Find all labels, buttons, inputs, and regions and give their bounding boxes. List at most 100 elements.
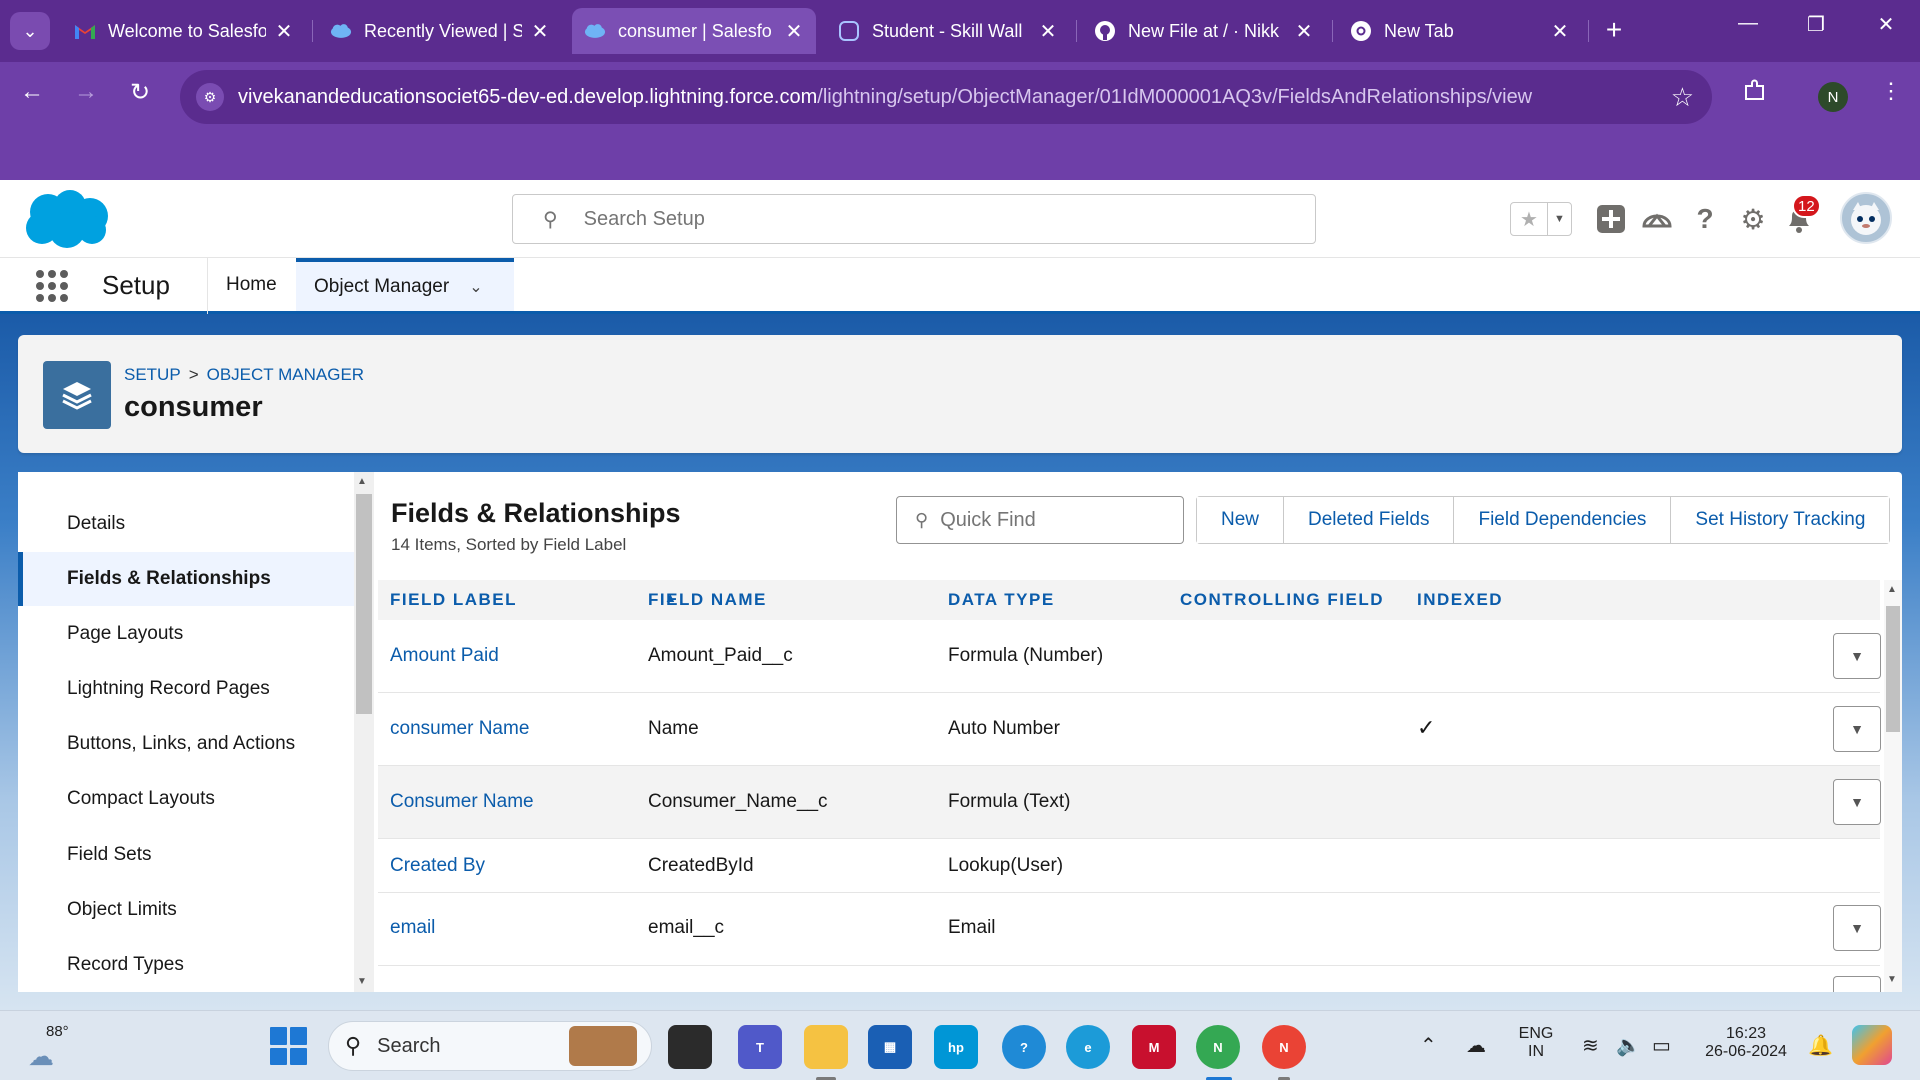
salesforce-logo[interactable] bbox=[22, 188, 112, 252]
row-action-menu[interactable] bbox=[1833, 976, 1881, 992]
column-header-controlling-field[interactable]: CONTROLLING FIELD bbox=[1180, 590, 1384, 610]
scroll-down-icon[interactable]: ▼ bbox=[1887, 974, 1897, 985]
browser-tab-github[interactable]: New File at / · Nikk ✕ bbox=[1082, 8, 1326, 54]
nav-item-home[interactable]: Home bbox=[208, 258, 295, 311]
search-setup-field[interactable]: ⚲ bbox=[512, 194, 1316, 244]
field-label-link[interactable]: Amount Paid bbox=[390, 645, 499, 667]
browser-tab-recently-viewed[interactable]: Recently Viewed | S ✕ bbox=[318, 8, 562, 54]
notification-bell-icon[interactable]: 🔔 bbox=[1808, 1033, 1833, 1058]
teams-icon[interactable]: T bbox=[738, 1025, 782, 1069]
scroll-up-icon[interactable]: ▲ bbox=[1887, 584, 1897, 595]
sidebar-item-record-types[interactable]: Record Types bbox=[18, 938, 354, 992]
chevron-up-icon[interactable]: ⌃ bbox=[1420, 1033, 1437, 1058]
sidebar-item-buttons-links-actions[interactable]: Buttons, Links, and Actions bbox=[18, 717, 354, 771]
field-label-link[interactable]: Consumer Name bbox=[390, 791, 534, 813]
star-icon[interactable]: ★ bbox=[1511, 203, 1547, 235]
forward-button[interactable]: → bbox=[68, 78, 104, 106]
mcafee-icon[interactable]: M bbox=[1132, 1025, 1176, 1069]
browser-tab-consumer[interactable]: consumer | Salesfo ✕ bbox=[572, 8, 816, 54]
battery-icon[interactable]: ▭ bbox=[1652, 1033, 1671, 1058]
myhp-icon[interactable]: hp bbox=[934, 1025, 978, 1069]
new-tab-button[interactable]: + bbox=[1598, 14, 1630, 46]
sidebar-item-details[interactable]: Details bbox=[18, 497, 354, 551]
scrollbar-thumb[interactable] bbox=[356, 494, 372, 714]
set-history-tracking-button[interactable]: Set History Tracking bbox=[1671, 497, 1890, 543]
close-icon[interactable]: ✕ bbox=[1294, 19, 1314, 44]
sidebar-item-fields-relationships[interactable]: Fields & Relationships bbox=[18, 552, 354, 606]
tab-search-button[interactable]: ⌄ bbox=[10, 12, 50, 50]
scrollbar-thumb[interactable] bbox=[1886, 606, 1900, 732]
close-window-button[interactable]: ✕ bbox=[1866, 12, 1906, 37]
sidebar-item-page-layouts[interactable]: Page Layouts bbox=[18, 607, 354, 661]
new-button[interactable]: New bbox=[1197, 497, 1285, 543]
sidebar-item-compact-layouts[interactable]: Compact Layouts bbox=[18, 772, 354, 826]
field-label-link[interactable]: consumer Name bbox=[390, 718, 529, 740]
scroll-up-icon[interactable]: ▲ bbox=[357, 476, 367, 487]
global-actions-button[interactable] bbox=[1594, 202, 1628, 236]
app-launcher-icon[interactable] bbox=[36, 270, 68, 302]
deleted-fields-button[interactable]: Deleted Fields bbox=[1284, 497, 1455, 543]
windows-start-icon[interactable] bbox=[270, 1027, 308, 1065]
language-indicator[interactable]: ENG IN bbox=[1512, 1025, 1560, 1061]
onedrive-icon[interactable]: ☁ bbox=[1466, 1033, 1486, 1058]
row-action-menu[interactable]: ▼ bbox=[1833, 706, 1881, 752]
get-help-icon[interactable]: ? bbox=[1002, 1025, 1046, 1069]
close-icon[interactable]: ✕ bbox=[1038, 19, 1058, 44]
quick-find-input[interactable] bbox=[940, 508, 1161, 532]
trailhead-button[interactable] bbox=[1640, 202, 1674, 236]
row-action-menu[interactable]: ▼ bbox=[1833, 779, 1881, 825]
column-header-field-label[interactable]: FIELD LABEL bbox=[390, 590, 517, 610]
nav-item-object-manager[interactable]: Object Manager ⌄ bbox=[296, 258, 514, 311]
taskbar-search[interactable]: ⚲ Search bbox=[328, 1021, 652, 1071]
minimize-button[interactable]: — bbox=[1728, 12, 1768, 35]
row-action-menu[interactable]: ▼ bbox=[1833, 633, 1881, 679]
browser-tab-skill-wallet[interactable]: Student - Skill Wall ✕ bbox=[826, 8, 1070, 54]
chevron-down-icon[interactable]: ▼ bbox=[1547, 203, 1571, 235]
breadcrumb-object-manager-link[interactable]: OBJECT MANAGER bbox=[207, 365, 364, 384]
microsoft-store-icon[interactable]: ▦ bbox=[868, 1025, 912, 1069]
close-icon[interactable]: ✕ bbox=[274, 19, 294, 44]
extensions-icon[interactable] bbox=[1742, 78, 1768, 110]
table-scrollbar[interactable]: ▲ ▼ bbox=[1884, 580, 1902, 992]
close-icon[interactable]: ✕ bbox=[530, 19, 550, 44]
help-button[interactable]: ? bbox=[1688, 202, 1722, 236]
user-avatar[interactable] bbox=[1840, 192, 1892, 244]
wifi-icon[interactable]: ≋ bbox=[1582, 1033, 1599, 1058]
field-label-link[interactable]: Created By bbox=[390, 855, 485, 877]
task-view-icon[interactable] bbox=[668, 1025, 712, 1069]
favorites-button-group[interactable]: ★ ▼ bbox=[1510, 202, 1572, 236]
file-explorer-icon[interactable] bbox=[804, 1025, 848, 1069]
setup-gear-button[interactable]: ⚙ bbox=[1736, 202, 1770, 236]
field-label-link[interactable]: email bbox=[390, 917, 435, 939]
browser-tab-new-tab[interactable]: New Tab ✕ bbox=[1338, 8, 1582, 54]
chrome-profile-icon[interactable]: N bbox=[1262, 1025, 1306, 1069]
quick-find-field[interactable]: ⚲ bbox=[896, 496, 1184, 544]
scroll-down-icon[interactable]: ▼ bbox=[357, 976, 367, 987]
breadcrumb-setup-link[interactable]: SETUP bbox=[124, 365, 181, 384]
chrome-profile-icon[interactable]: N bbox=[1196, 1025, 1240, 1069]
volume-icon[interactable]: 🔈 bbox=[1616, 1033, 1641, 1058]
sidebar-item-field-sets[interactable]: Field Sets bbox=[18, 828, 354, 882]
site-info-icon[interactable]: ⚙ bbox=[196, 83, 224, 111]
search-setup-input[interactable] bbox=[583, 207, 1184, 231]
reload-button[interactable]: ↻ bbox=[122, 78, 158, 107]
clock[interactable]: 16:23 26-06-2024 bbox=[1696, 1025, 1796, 1061]
browser-menu-icon[interactable]: ⋮ bbox=[1880, 78, 1902, 104]
chevron-down-icon[interactable]: ⌄ bbox=[469, 277, 482, 297]
restore-button[interactable]: ❐ bbox=[1796, 12, 1836, 37]
column-header-indexed[interactable]: INDEXED bbox=[1417, 590, 1503, 610]
close-icon[interactable]: ✕ bbox=[784, 19, 804, 44]
profile-avatar[interactable]: N bbox=[1818, 82, 1848, 112]
bookmark-star-icon[interactable]: ☆ bbox=[1671, 82, 1694, 113]
back-button[interactable]: ← bbox=[14, 78, 50, 106]
column-header-field-name[interactable]: FIELD NAME bbox=[648, 590, 767, 610]
row-action-menu[interactable]: ▼ bbox=[1833, 905, 1881, 951]
close-icon[interactable]: ✕ bbox=[1550, 19, 1570, 44]
edge-icon[interactable]: e bbox=[1066, 1025, 1110, 1069]
sidebar-item-object-limits[interactable]: Object Limits bbox=[18, 883, 354, 937]
copilot-icon[interactable] bbox=[1852, 1025, 1892, 1065]
sidebar-scrollbar[interactable]: ▲ ▼ bbox=[354, 472, 374, 992]
sidebar-item-lightning-record-pages[interactable]: Lightning Record Pages bbox=[18, 662, 354, 716]
field-dependencies-button[interactable]: Field Dependencies bbox=[1454, 497, 1672, 543]
column-header-data-type[interactable]: DATA TYPE bbox=[948, 590, 1055, 610]
